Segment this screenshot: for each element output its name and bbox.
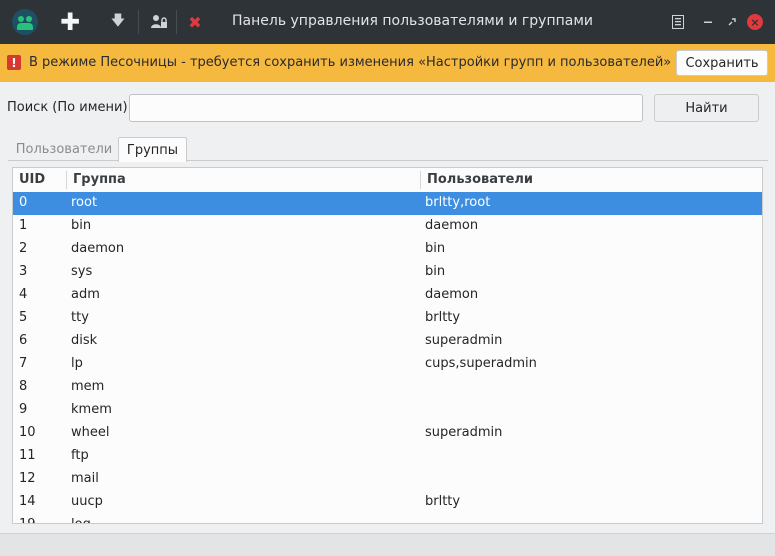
cell-uid: 5: [19, 310, 28, 325]
tab-groups[interactable]: Группы: [118, 137, 187, 162]
cell-users: brltty: [425, 494, 461, 509]
toolbar-separator: [176, 10, 177, 34]
cell-users: superadmin: [425, 425, 503, 440]
groups-table[interactable]: UID Группа Пользователи 0 root brltty,root…: [12, 167, 763, 524]
cell-group: root: [71, 195, 98, 210]
cell-uid: 1: [19, 218, 28, 233]
column-header-users[interactable]: Пользователи: [427, 172, 533, 187]
cell-group: kmem: [71, 402, 112, 417]
title-bar: ✚ 🡇 ✖ Панель управления пользователями и…: [0, 0, 775, 44]
cell-users: brltty,root: [425, 195, 491, 210]
cell-uid: 19: [19, 517, 36, 523]
cell-group: adm: [71, 287, 100, 302]
warning-message: В режиме Песочницы - требуется сохранить…: [29, 55, 672, 70]
table-row[interactable]: 8 mem: [13, 376, 762, 399]
table-row[interactable]: 10 wheel superadmin: [13, 422, 762, 445]
column-separator: [66, 171, 67, 189]
app-users-icon: [10, 8, 40, 36]
cell-group: disk: [71, 333, 98, 348]
table-row[interactable]: 2 daemon bin: [13, 238, 762, 261]
tab-users[interactable]: Пользователи: [11, 137, 117, 161]
cell-uid: 2: [19, 241, 28, 256]
table-row[interactable]: 0 root brltty,root: [13, 192, 762, 215]
menu-icon[interactable]: [664, 8, 692, 36]
toolbar-separator: [138, 10, 139, 34]
cell-uid: 9: [19, 402, 28, 417]
table-row[interactable]: 1 bin daemon: [13, 215, 762, 238]
table-row[interactable]: 5 tty brltty: [13, 307, 762, 330]
table-row[interactable]: 11 ftp: [13, 445, 762, 468]
cell-uid: 4: [19, 287, 28, 302]
maximize-icon[interactable]: [720, 8, 744, 36]
search-input[interactable]: [129, 94, 643, 122]
find-button[interactable]: Найти: [654, 94, 759, 122]
cell-group: uucp: [71, 494, 103, 509]
cell-group: tty: [71, 310, 89, 325]
cell-uid: 12: [19, 471, 36, 486]
add-icon[interactable]: ✚: [56, 8, 84, 36]
table-row[interactable]: 12 mail: [13, 468, 762, 491]
column-separator: [420, 171, 421, 189]
cell-group: log: [71, 517, 91, 523]
cell-group: sys: [71, 264, 93, 279]
cell-users: bin: [425, 264, 446, 279]
sandbox-warning-bar: ! В режиме Песочницы - требуется сохрани…: [0, 44, 775, 82]
table-row[interactable]: 14 uucp brltty: [13, 491, 762, 514]
table-row[interactable]: 3 sys bin: [13, 261, 762, 284]
table-row[interactable]: 4 adm daemon: [13, 284, 762, 307]
search-label: Поиск (По имени):: [7, 100, 132, 115]
minimize-icon[interactable]: [696, 8, 720, 36]
cell-uid: 7: [19, 356, 28, 371]
window-title: Панель управления пользователями и групп…: [232, 13, 593, 29]
cell-users: daemon: [425, 218, 479, 233]
cell-uid: 3: [19, 264, 28, 279]
table-row[interactable]: 6 disk superadmin: [13, 330, 762, 353]
delete-icon[interactable]: ✖: [182, 8, 208, 36]
cell-group: wheel: [71, 425, 110, 440]
cell-uid: 0: [19, 195, 28, 210]
arrow-down-icon[interactable]: 🡇: [104, 8, 132, 36]
cell-group: daemon: [71, 241, 125, 256]
column-header-group[interactable]: Группа: [73, 172, 126, 187]
cell-group: ftp: [71, 448, 89, 463]
table-row[interactable]: 7 lp cups,superadmin: [13, 353, 762, 376]
cell-group: lp: [71, 356, 83, 371]
column-header-uid[interactable]: UID: [19, 172, 45, 187]
table-row[interactable]: 9 kmem: [13, 399, 762, 422]
cell-users: daemon: [425, 287, 479, 302]
table-row[interactable]: 19 log: [13, 514, 762, 523]
table-header: UID Группа Пользователи: [13, 168, 762, 192]
cell-uid: 8: [19, 379, 28, 394]
save-button[interactable]: Сохранить: [676, 50, 768, 76]
cell-users: bin: [425, 241, 446, 256]
cell-group: mem: [71, 379, 105, 394]
status-bar: [0, 533, 775, 556]
cell-group: mail: [71, 471, 99, 486]
close-icon[interactable]: ×: [742, 8, 768, 36]
cell-uid: 11: [19, 448, 36, 463]
cell-group: bin: [71, 218, 92, 233]
cell-uid: 10: [19, 425, 36, 440]
cell-users: cups,superadmin: [425, 356, 537, 371]
cell-users: brltty: [425, 310, 461, 325]
cell-uid: 14: [19, 494, 36, 509]
user-lock-icon[interactable]: [144, 8, 174, 36]
warning-icon: !: [7, 55, 21, 70]
table-body: 0 root brltty,root 1 bin daemon 2 daemon bin 3 sys…: [13, 192, 762, 523]
cell-users: superadmin: [425, 333, 503, 348]
cell-uid: 6: [19, 333, 28, 348]
